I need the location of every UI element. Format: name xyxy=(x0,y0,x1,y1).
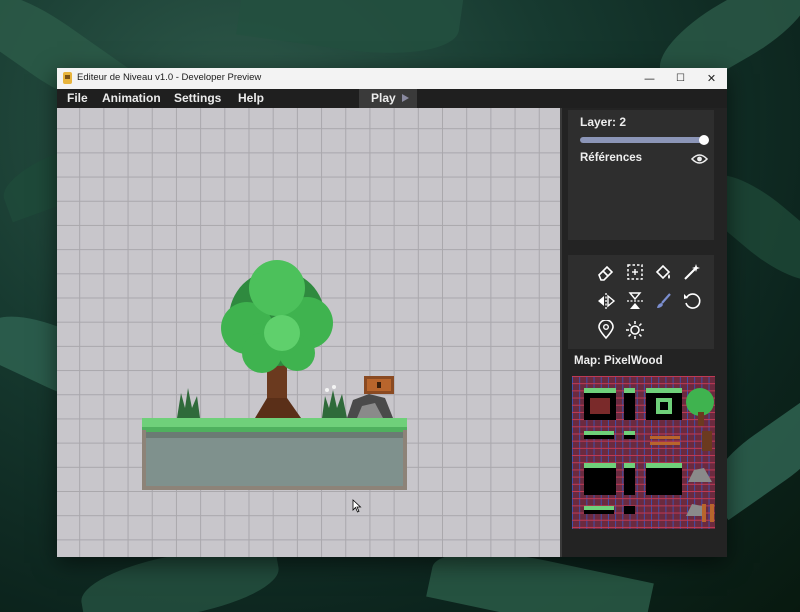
flip-horizontal-tool[interactable] xyxy=(595,290,617,312)
menu-animation[interactable]: Animation xyxy=(102,91,161,105)
wooden-sign xyxy=(364,376,394,394)
window-title: Editeur de Niveau v1.0 - Developer Previ… xyxy=(77,72,262,83)
brush-icon xyxy=(657,293,671,308)
menu-help[interactable]: Help xyxy=(238,91,264,105)
rocks xyxy=(347,394,393,418)
level-canvas[interactable] xyxy=(57,108,560,557)
sidebar: Layer: 2 Références Map: PixelWood xyxy=(562,108,727,557)
fill-bucket-icon xyxy=(655,264,671,280)
eye-icon[interactable] xyxy=(691,153,708,165)
play-icon xyxy=(402,94,409,102)
magic-wand-icon xyxy=(684,264,700,280)
layer-slider[interactable] xyxy=(580,135,709,145)
magic-wand-tool[interactable] xyxy=(681,261,703,283)
location-pin-icon xyxy=(598,320,614,340)
references-label: Références xyxy=(580,152,643,164)
rotate-icon xyxy=(684,293,701,309)
rotate-tool[interactable] xyxy=(681,290,703,312)
layers-panel: Layer: 2 Références xyxy=(568,110,714,240)
level-scene xyxy=(142,260,407,490)
menu-settings[interactable]: Settings xyxy=(174,91,221,105)
tileset-palette[interactable] xyxy=(572,376,715,529)
mouse-cursor-icon xyxy=(352,499,362,513)
title-bar[interactable]: Editeur de Niveau v1.0 - Developer Previ… xyxy=(57,68,727,89)
map-label: Map: PixelWood xyxy=(574,355,663,367)
tileset-tiles xyxy=(584,388,714,522)
menu-bar: File Animation Settings Help Play xyxy=(57,89,727,108)
light-tool[interactable] xyxy=(624,319,646,341)
ground-platform xyxy=(142,418,407,490)
minimize-button[interactable]: — xyxy=(634,68,665,89)
select-tool[interactable] xyxy=(624,261,646,283)
location-tool[interactable] xyxy=(595,319,617,341)
play-label: Play xyxy=(371,91,396,105)
app-icon xyxy=(63,72,72,84)
select-rectangle-icon xyxy=(627,264,643,280)
palm-leaf-decoration xyxy=(236,0,464,65)
flip-vertical-tool[interactable] xyxy=(624,290,646,312)
eraser-icon xyxy=(598,265,614,281)
tools-panel xyxy=(568,255,714,349)
menu-file[interactable]: File xyxy=(67,91,88,105)
flip-horizontal-icon xyxy=(598,293,616,309)
fill-tool[interactable] xyxy=(652,261,674,283)
brush-tool[interactable] xyxy=(652,290,674,312)
grass-bush-left xyxy=(177,388,200,418)
maximize-button[interactable]: ☐ xyxy=(665,68,696,89)
close-button[interactable]: ✕ xyxy=(696,68,727,89)
eraser-tool[interactable] xyxy=(595,261,617,283)
light-icon xyxy=(626,321,644,339)
flip-vertical-icon xyxy=(627,292,643,309)
layer-label: Layer: 2 xyxy=(580,115,627,129)
tree xyxy=(221,260,333,418)
layer-slider-handle[interactable] xyxy=(699,135,709,145)
play-button[interactable]: Play xyxy=(359,89,417,108)
editor-window: Editeur de Niveau v1.0 - Developer Previ… xyxy=(57,68,727,557)
grass-bush-right xyxy=(322,385,347,418)
